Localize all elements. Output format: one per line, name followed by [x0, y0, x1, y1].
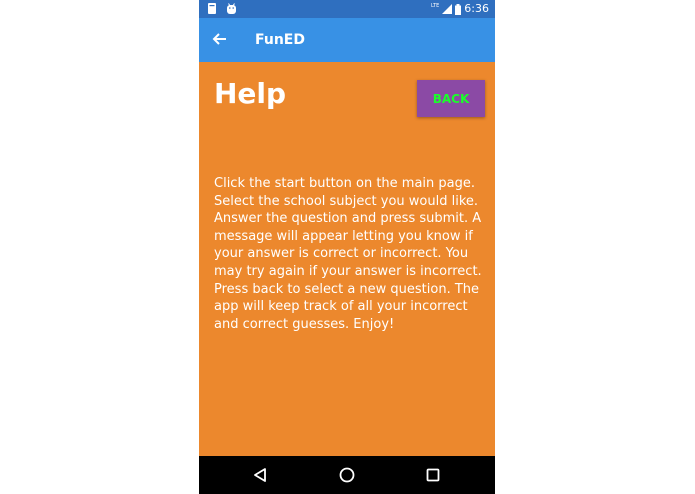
status-left-icons — [207, 3, 237, 14]
navigation-bar — [199, 456, 495, 494]
status-right-icons: LTE 6:36 — [431, 1, 489, 17]
back-button[interactable]: BACK — [417, 80, 485, 117]
back-triangle-icon[interactable] — [251, 466, 269, 484]
android-icon — [227, 3, 236, 14]
phone-screen: LTE 6:36 FunED Help BACK Click the start… — [199, 0, 495, 494]
notification-icon — [208, 3, 216, 14]
status-bar: LTE 6:36 — [199, 0, 495, 18]
battery-icon — [455, 3, 462, 15]
help-content: Help BACK Click the start button on the … — [199, 62, 495, 456]
recents-square-icon[interactable] — [424, 466, 442, 484]
app-title: FunED — [255, 32, 305, 48]
arrow-left-icon[interactable] — [211, 30, 229, 48]
network-label: LTE — [430, 2, 440, 9]
help-text: Click the start button on the main page.… — [214, 176, 482, 332]
clock: 6:36 — [464, 2, 489, 15]
home-circle-icon[interactable] — [338, 466, 356, 484]
page-title: Help — [214, 77, 287, 110]
signal-icon — [442, 4, 453, 14]
app-bar: FunED — [199, 18, 495, 62]
